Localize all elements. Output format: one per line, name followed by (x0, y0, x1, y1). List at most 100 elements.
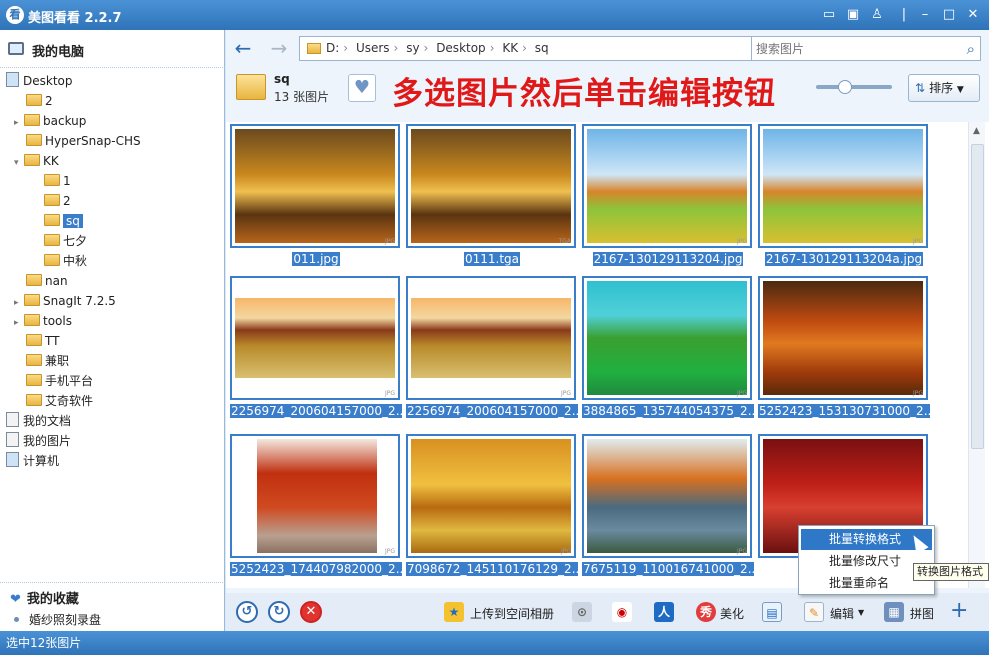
weibo-icon[interactable]: ◉ (612, 602, 632, 622)
rotate-right-button[interactable]: ↻ (268, 601, 290, 623)
sidebar-header-label: 我的电脑 (32, 45, 85, 60)
expand-toggle-icon[interactable]: ▸ (14, 293, 24, 313)
address-bar[interactable]: D:› Users› sy› Desktop› KK› sq ▼ (299, 36, 771, 61)
image-thumbnail[interactable]: JPG (582, 276, 752, 400)
image-thumbnail[interactable]: JPG (406, 276, 576, 400)
image-thumbnail[interactable]: JPG (230, 276, 400, 400)
scrollbar-thumb[interactable] (971, 144, 984, 449)
tree-item-label: 手机平台 (45, 374, 94, 388)
tree-item[interactable]: ▸ backup (14, 111, 86, 131)
image-caption[interactable]: 2256974_200604157000_2.... (230, 404, 402, 419)
chevron-down-icon[interactable]: ▼ (858, 608, 864, 617)
tree-item[interactable]: 手机平台 (26, 371, 93, 391)
image-thumbnail[interactable]: TGA (406, 124, 576, 248)
photo-image (411, 439, 571, 553)
breadcrumb: D: › Users › sy › Desktop › KK › sq (326, 41, 549, 55)
tree-item[interactable]: 我的文档 (6, 411, 71, 431)
tree-item[interactable]: ▾ KK (14, 151, 59, 171)
beautify-button[interactable]: 美化 (720, 605, 744, 622)
edit-button[interactable]: 编辑 (830, 605, 854, 622)
tree-item[interactable]: TT (26, 331, 59, 351)
image-caption[interactable]: 011.jpg (230, 252, 402, 267)
slideshow-icon[interactable]: ▤ (762, 602, 782, 622)
image-caption[interactable]: 7098672_145110176129_2.... (406, 562, 578, 577)
image-thumbnail[interactable]: JPG (758, 276, 928, 400)
image-thumbnail[interactable]: JPG (582, 434, 752, 558)
image-thumbnail[interactable]: JPG (230, 434, 400, 558)
vertical-scrollbar[interactable]: ▲ (968, 122, 985, 588)
image-caption[interactable]: 7675119_110016741000_2.... (582, 562, 754, 577)
tree-item[interactable]: ▸ tools (14, 311, 72, 331)
upload-album-icon[interactable]: ★ (444, 602, 464, 622)
message-icon[interactable]: ▭ (820, 6, 838, 24)
sort-button[interactable]: ⇅ 排序 ▼ (908, 74, 980, 102)
image-caption[interactable]: 2167-130129113204.jpg (582, 252, 754, 267)
collage-button[interactable]: 拼图 (910, 605, 934, 622)
add-favorite-button[interactable]: ♥ (348, 74, 376, 102)
image-caption[interactable]: 3884865_135744054375_2.... (582, 404, 754, 419)
delete-button[interactable]: ✕ (300, 601, 322, 623)
tree-item-label: 七夕 (63, 234, 88, 248)
image-caption[interactable]: 5252423_174407982000_2.... (230, 562, 402, 577)
zoom-slider[interactable] (816, 80, 892, 94)
back-arrow-icon[interactable]: ← (232, 38, 254, 58)
expand-toggle-icon[interactable]: ▾ (14, 153, 24, 173)
maximize-button[interactable]: □ (940, 6, 958, 24)
breadcrumb-item[interactable]: Desktop (436, 41, 486, 55)
rotate-left-button[interactable]: ↺ (236, 601, 258, 623)
search-icon[interactable]: ⌕ (967, 40, 975, 58)
image-thumbnail[interactable]: JPG (758, 124, 928, 248)
tree-item[interactable]: 七夕 (44, 231, 87, 251)
tree-item[interactable]: 2 (26, 91, 53, 111)
file-type-tag: JPG (912, 390, 923, 397)
image-caption[interactable]: 0111.tga (406, 252, 578, 267)
print-icon[interactable]: ⊙ (572, 602, 592, 622)
image-caption[interactable]: 2167-130129113204a.jpg (758, 252, 930, 267)
collage-icon[interactable]: ▦ (884, 602, 904, 622)
tree-item[interactable]: 艾奇软件 (26, 391, 93, 411)
tree-item[interactable]: 中秋 (44, 251, 87, 271)
favorites-header[interactable]: ❤ 我的收藏 (10, 588, 79, 607)
add-icon[interactable]: + (950, 598, 968, 623)
tree-item[interactable]: nan (26, 271, 68, 291)
app-title: 美图看看 2.2.7 (28, 11, 122, 26)
tree-item[interactable]: 2 (44, 191, 71, 211)
menu-icon[interactable]: ▣ (844, 6, 862, 24)
meitu-beautify-icon[interactable]: 秀 (696, 602, 716, 622)
tree-item[interactable]: HyperSnap-CHS (26, 131, 141, 151)
image-caption[interactable]: 5252423_153130731000_2.... (758, 404, 930, 419)
breadcrumb-item[interactable]: sy (406, 41, 419, 55)
forward-arrow-icon[interactable]: → (268, 38, 290, 58)
renren-icon[interactable]: 人 (654, 602, 674, 622)
close-button[interactable]: ✕ (964, 6, 982, 24)
photo-image (411, 298, 571, 378)
folder-icon (44, 194, 60, 206)
tree-item[interactable]: sq (44, 211, 83, 231)
tree-item[interactable]: 我的图片 (6, 431, 71, 451)
image-thumbnail[interactable]: JPG (230, 124, 400, 248)
image-thumbnail[interactable]: JPG (582, 124, 752, 248)
tree-item[interactable]: 计算机 (6, 451, 59, 471)
edit-pen-icon[interactable]: ✎ (804, 602, 824, 622)
upload-album-button[interactable]: 上传到空间相册 (470, 605, 554, 622)
zoom-slider-knob[interactable] (838, 80, 852, 94)
expand-toggle-icon[interactable]: ▸ (14, 113, 24, 133)
scroll-up-icon[interactable]: ▲ (973, 126, 980, 136)
minimize-button[interactable]: – (916, 6, 934, 24)
breadcrumb-item[interactable]: Users (356, 41, 390, 55)
photo-image (235, 298, 395, 378)
tree-item[interactable]: ▸ SnagIt 7.2.5 (14, 291, 116, 311)
skin-icon[interactable]: ♙ (868, 6, 886, 24)
expand-toggle-icon[interactable]: ▸ (14, 313, 24, 333)
breadcrumb-item[interactable]: sq (535, 41, 549, 55)
tree-item[interactable]: 1 (44, 171, 71, 191)
image-caption[interactable]: 2256974_200604157000_2.... (406, 404, 578, 419)
favorites-item[interactable]: 婚纱照刻录盘 (14, 611, 101, 628)
search-input[interactable] (756, 40, 956, 58)
tree-item[interactable]: 兼职 (26, 351, 69, 371)
image-thumbnail[interactable]: JPG (406, 434, 576, 558)
sidebar-header[interactable]: 我的电脑 (0, 30, 225, 68)
breadcrumb-item[interactable]: D: (326, 41, 339, 55)
tree-item[interactable]: Desktop (6, 71, 73, 91)
breadcrumb-item[interactable]: KK (502, 41, 518, 55)
